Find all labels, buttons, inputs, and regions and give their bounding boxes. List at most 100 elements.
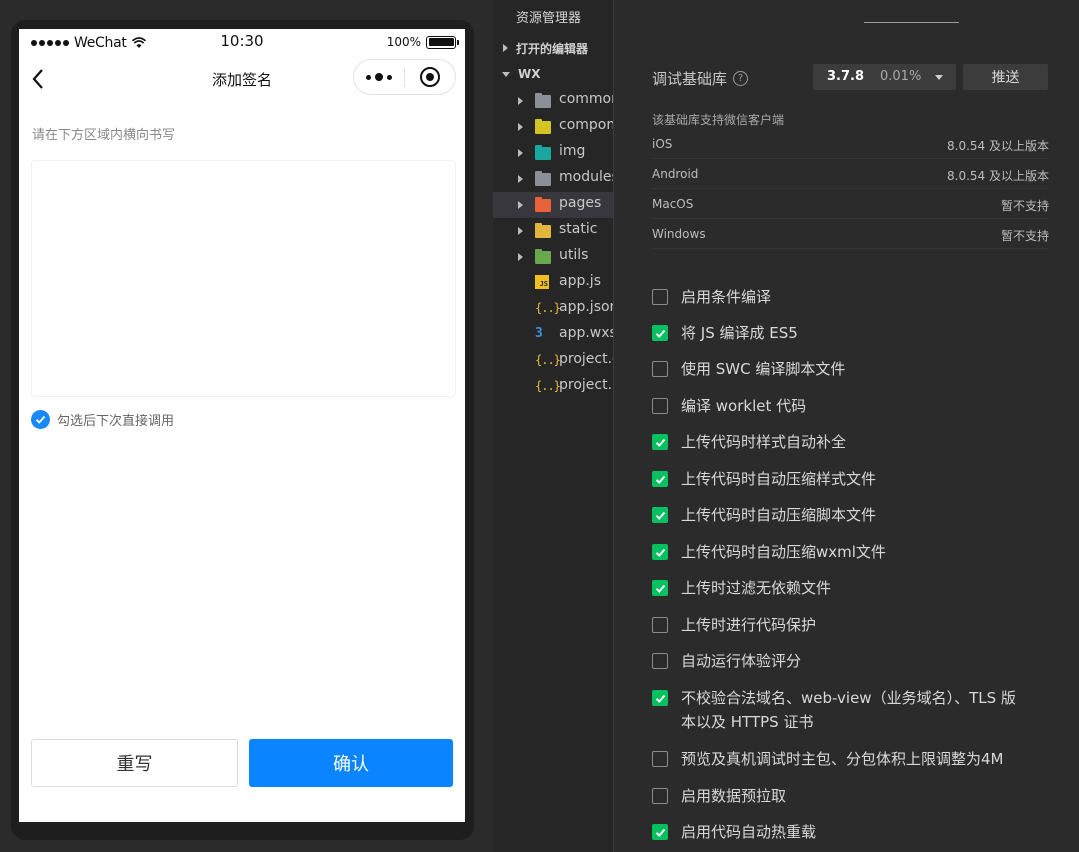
tree-item-app-wxss[interactable]: 3 app.wxss [493, 322, 613, 348]
checkbox-checked-icon[interactable] [652, 824, 668, 840]
tree-item-label: app.json [559, 299, 613, 315]
support-title: 该基础库支持微信客户端 [652, 113, 785, 127]
tree-item-label: common [559, 91, 613, 107]
collapsed-caret-icon [518, 97, 523, 105]
checkbox-unchecked-icon[interactable] [652, 788, 668, 804]
option-checkbox-12[interactable]: 不校验合法域名、web-view（业务域名）、TLS 版本以及 HTTPS 证书 [652, 686, 1052, 734]
option-checkbox-8[interactable]: 上传代码时自动压缩wxml文件 [652, 540, 1052, 564]
support-status: 暂不支持 [1000, 229, 1049, 243]
option-checkbox-10[interactable]: 上传时进行代码保护 [652, 613, 1052, 637]
option-label: 启用数据预拉取 [681, 787, 787, 805]
images-folder-icon [535, 145, 551, 160]
utils-folder-icon [535, 249, 551, 264]
option-checkbox-4[interactable]: 编译 worklet 代码 [652, 394, 1052, 418]
support-os: Android [652, 167, 699, 181]
close-target-icon [420, 67, 440, 87]
status-bar: WeChat 10:30 100% [19, 29, 465, 55]
rewrite-button[interactable]: 重写 [31, 739, 238, 787]
tree-item-img[interactable]: img [493, 140, 613, 166]
signature-canvas[interactable] [31, 160, 456, 397]
option-label: 启用条件编译 [681, 288, 772, 306]
option-checkbox-11[interactable]: 自动运行体验评分 [652, 649, 1052, 673]
support-row-windows: Windows 暂不支持 [652, 219, 1049, 249]
project-section[interactable]: WX [493, 63, 613, 85]
option-checkbox-2[interactable]: 将 JS 编译成 ES5 [652, 321, 1052, 345]
pages-folder-icon [535, 197, 551, 212]
tree-item-label: app.wxss [559, 325, 613, 341]
css-file-icon: 3 [535, 326, 543, 341]
close-miniprogram-button[interactable] [405, 60, 455, 94]
checkbox-unchecked-icon[interactable] [652, 617, 668, 633]
push-button[interactable]: 推送 [963, 64, 1048, 90]
checkbox-checked-icon[interactable] [652, 690, 668, 706]
option-label: 使用 SWC 编译脚本文件 [681, 360, 846, 378]
checkbox-unchecked-icon[interactable] [652, 289, 668, 305]
collapsed-caret-icon [518, 175, 523, 183]
option-checkbox-5[interactable]: 上传代码时样式自动补全 [652, 430, 1052, 454]
check-circle-icon [31, 410, 50, 429]
tree-item-app-json[interactable]: {..} app.json [493, 296, 613, 322]
option-checkbox-15[interactable]: 启用代码自动热重载 [652, 820, 1052, 844]
collapsed-caret-icon [518, 201, 523, 209]
tree-item-label: utils [559, 247, 589, 263]
option-checkbox-6[interactable]: 上传代码时自动压缩样式文件 [652, 467, 1052, 491]
base-library-select[interactable]: 3.7.8 0.01% [813, 64, 956, 90]
nav-bar: 添加签名 [19, 55, 465, 103]
tree-item-project-private-config-json[interactable]: {..}project.private.config.json [493, 374, 613, 400]
battery-icon [426, 35, 459, 49]
option-label: 预览及真机调试时主包、分包体积上限调整为4M [681, 750, 1004, 768]
open-editors-section[interactable]: 打开的编辑器 [493, 37, 613, 59]
option-checkbox-1[interactable]: 启用条件编译 [652, 285, 1052, 309]
option-checkbox-7[interactable]: 上传代码时自动压缩脚本文件 [652, 503, 1052, 527]
checkbox-checked-icon[interactable] [652, 580, 668, 596]
collapsed-caret-icon [518, 253, 523, 261]
phone-screen: WeChat 10:30 100% 添加签名 请在下方区域内横向书写 勾选后下次… [19, 29, 465, 822]
tree-item-app-js[interactable]: JS app.js [493, 270, 613, 296]
checkbox-unchecked-icon[interactable] [652, 398, 668, 414]
tree-item-common[interactable]: common [493, 88, 613, 114]
collapsed-caret-icon [503, 44, 508, 52]
remember-label: 勾选后下次直接调用 [57, 414, 175, 429]
help-icon[interactable]: ? [733, 71, 749, 86]
tree-item-label: components [559, 117, 613, 133]
checkbox-unchecked-icon[interactable] [652, 751, 668, 767]
tree-item-label: pages [559, 195, 602, 211]
menu-capsule [353, 59, 456, 95]
confirm-button[interactable]: 确认 [249, 739, 453, 787]
checkbox-unchecked-icon[interactable] [652, 653, 668, 669]
tree-item-utils[interactable]: utils [493, 244, 613, 270]
lib-version: 3.7.8 [827, 69, 865, 84]
tree-item-project-config-json[interactable]: {..}project.config.json [493, 348, 613, 374]
support-os: Windows [652, 227, 706, 241]
open-editors-label: 打开的编辑器 [516, 41, 589, 56]
checkbox-checked-icon[interactable] [652, 471, 668, 487]
option-checkbox-3[interactable]: 使用 SWC 编译脚本文件 [652, 357, 1052, 381]
tree-item-static[interactable]: static [493, 218, 613, 244]
project-label: WX [518, 67, 541, 81]
tree-item-modules[interactable]: modules [493, 166, 613, 192]
lib-percent: 0.01% [880, 69, 922, 84]
remember-checkbox[interactable]: 勾选后下次直接调用 [31, 410, 174, 429]
static-folder-icon [535, 223, 551, 238]
checkbox-checked-icon[interactable] [652, 544, 668, 560]
dropdown-caret-icon [935, 75, 943, 80]
option-checkbox-9[interactable]: 上传时过滤无依赖文件 [652, 576, 1052, 600]
tree-item-pages[interactable]: pages [493, 192, 613, 218]
collapsed-caret-icon [518, 149, 523, 157]
json-file-icon: {..} [535, 301, 561, 315]
checkbox-unchecked-icon[interactable] [652, 361, 668, 377]
checkbox-checked-icon[interactable] [652, 507, 668, 523]
checkbox-checked-icon[interactable] [652, 325, 668, 341]
option-checkbox-13[interactable]: 预览及真机调试时主包、分包体积上限调整为4M [652, 747, 1052, 771]
more-menu-icon[interactable] [354, 60, 404, 94]
option-checkbox-14[interactable]: 启用数据预拉取 [652, 784, 1052, 808]
explorer-title: 资源管理器 [516, 11, 582, 26]
collapsed-caret-icon [518, 227, 523, 235]
tree-item-label: project.config.json [559, 351, 613, 367]
js-file-icon: JS [535, 275, 551, 289]
support-status: 暂不支持 [1000, 199, 1049, 213]
support-row-android: Android 8.0.54 及以上版本 [652, 159, 1049, 189]
folder-icon [535, 93, 551, 108]
tree-item-components[interactable]: components [493, 114, 613, 140]
checkbox-checked-icon[interactable] [652, 434, 668, 450]
